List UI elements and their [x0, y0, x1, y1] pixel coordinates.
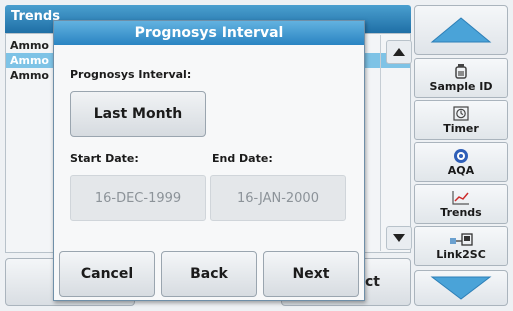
cancel-label: Cancel [80, 266, 134, 282]
scroll-down-button[interactable] [386, 226, 412, 250]
scroll-up-arrow-button[interactable] [414, 5, 508, 55]
list-scrollbar[interactable] [380, 35, 410, 251]
interval-value: Last Month [93, 106, 183, 122]
back-label: Back [190, 266, 228, 282]
triangle-down-icon [393, 234, 405, 242]
sample-id-label: Sample ID [429, 80, 493, 93]
trends-button[interactable]: Trends [414, 184, 508, 224]
end-date-value: 16-JAN-2000 [237, 190, 319, 206]
scroll-down-arrow-button[interactable] [414, 270, 508, 306]
next-button[interactable]: Next [263, 251, 359, 297]
screen: Trends Ammo Ammo Ammo e> 1 1 Re ect [0, 0, 513, 311]
end-date-field: 16-JAN-2000 [210, 175, 346, 221]
link2sc-button[interactable]: Link2SC [414, 226, 508, 266]
start-date-field: 16-DEC-1999 [70, 175, 206, 221]
aqa-label: AQA [447, 164, 475, 177]
bottle-icon [455, 63, 467, 80]
interval-label: Prognosys Interval: [70, 68, 192, 81]
aqa-icon [453, 147, 469, 164]
side-panel: Sample ID Timer AQA Trends Link2SC [414, 5, 508, 306]
timer-icon [453, 105, 469, 122]
prognosys-interval-dialog: Prognosys Interval Prognosys Interval: L… [53, 20, 365, 301]
end-date-label: End Date: [212, 152, 273, 165]
scroll-up-button[interactable] [386, 40, 412, 64]
arrow-down-icon [430, 276, 492, 300]
interval-select-button[interactable]: Last Month [70, 91, 206, 137]
timer-button[interactable]: Timer [414, 100, 508, 140]
list-item-label: Ammo [10, 39, 49, 52]
trends-icon [452, 189, 470, 206]
start-date-value: 16-DEC-1999 [94, 190, 182, 206]
link-icon [449, 231, 473, 248]
back-button[interactable]: Back [161, 251, 257, 297]
list-item-label: Ammo [10, 54, 49, 67]
cancel-button[interactable]: Cancel [59, 251, 155, 297]
timer-label: Timer [443, 122, 479, 135]
dialog-title: Prognosys Interval [54, 21, 364, 45]
list-item-label: Ammo [10, 69, 49, 82]
triangle-up-icon [393, 48, 405, 56]
arrow-up-icon [430, 17, 492, 43]
aqa-button[interactable]: AQA [414, 142, 508, 182]
start-date-label: Start Date: [70, 152, 139, 165]
trends-label: Trends [440, 206, 482, 219]
sample-id-button[interactable]: Sample ID [414, 58, 508, 98]
next-label: Next [292, 266, 330, 282]
link2sc-label: Link2SC [436, 248, 486, 261]
